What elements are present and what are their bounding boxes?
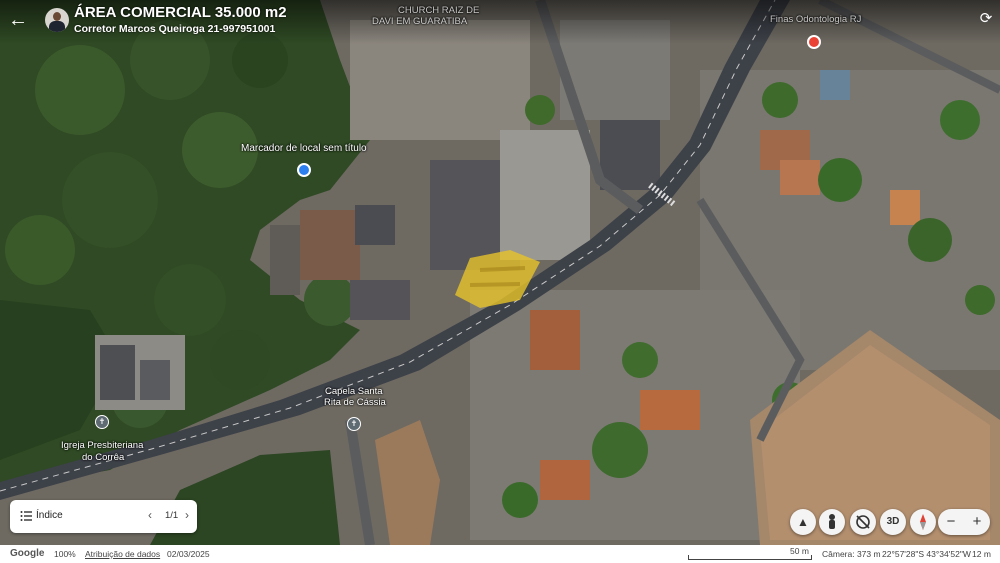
index-card[interactable]: Índice ‹ 1/1 › xyxy=(10,500,197,533)
street-view-pegman-icon[interactable] xyxy=(819,509,845,535)
satellite-imagery xyxy=(0,0,1000,545)
map-label-igreja-line1[interactable]: Igreja Presbiteriana xyxy=(61,440,143,451)
page-subtitle: Corretor Marcos Queiroga 21-997951001 xyxy=(74,23,276,35)
zoom-in-button[interactable]: + xyxy=(964,509,990,535)
list-icon xyxy=(20,511,32,521)
map-label-capela-line1[interactable]: Capela Santa xyxy=(325,386,383,397)
zoom-out-button[interactable]: − xyxy=(938,509,964,535)
chevron-right-icon[interactable]: › xyxy=(185,508,189,522)
camera-altitude: Câmera: 373 m xyxy=(822,549,881,559)
avatar xyxy=(45,8,69,32)
scale-bar xyxy=(688,555,812,560)
imagery-date: 02/03/2025 xyxy=(167,549,210,559)
elevation: 12 m xyxy=(972,549,991,559)
status-footer: Google 100% Atribuição de dados 02/03/20… xyxy=(0,545,1000,563)
3d-toggle-button[interactable]: 3D xyxy=(880,509,906,535)
compass-icon[interactable] xyxy=(910,509,936,535)
dental-pin-icon[interactable] xyxy=(807,35,821,49)
zoom-control: − + xyxy=(938,509,990,535)
index-count: 1/1 xyxy=(165,510,179,521)
zoom-level: 100% xyxy=(54,549,76,559)
church-poi-icon[interactable]: ✝ xyxy=(347,417,361,431)
location-off-icon[interactable] xyxy=(850,509,876,535)
map-label-dental[interactable]: Finas Odontologia RJ xyxy=(770,14,861,25)
map-label-capela-line2[interactable]: Rita de Cássia xyxy=(324,397,386,408)
coordinates: 22°57'28"S 43°34'52"W xyxy=(882,549,971,559)
back-arrow-icon[interactable]: ← xyxy=(6,8,30,32)
satellite-map[interactable] xyxy=(0,0,1000,545)
google-logo: Google xyxy=(10,548,45,559)
map-label-church-line1[interactable]: CHURCH RAIZ DE xyxy=(398,5,479,16)
data-attribution-link[interactable]: Atribuição de dados xyxy=(85,549,160,559)
compass-navigation-icon[interactable]: ▲ xyxy=(790,509,816,535)
placemark-pin-icon[interactable] xyxy=(297,163,311,177)
church-poi-icon[interactable]: ✝ xyxy=(95,415,109,429)
page-title: ÁREA COMERCIAL 35.000 m2 xyxy=(74,4,287,21)
map-label-igreja-line2[interactable]: do Corrêa xyxy=(82,452,124,463)
chevron-left-icon[interactable]: ‹ xyxy=(148,508,152,522)
refresh-icon[interactable]: ⟳ xyxy=(976,9,996,29)
map-label-marker[interactable]: Marcador de local sem título xyxy=(241,143,367,154)
index-label: Índice xyxy=(36,510,63,521)
map-label-church-line2[interactable]: DAVI EM GUARATIBA xyxy=(372,16,467,27)
